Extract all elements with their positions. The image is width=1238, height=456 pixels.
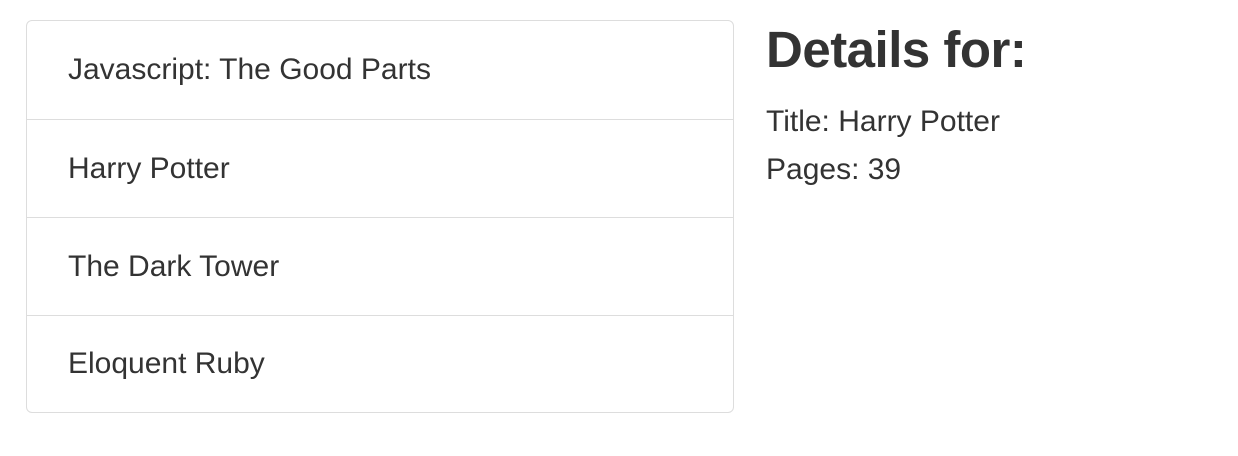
detail-title: Title: Harry Potter <box>766 105 1000 138</box>
book-list-item[interactable]: Eloquent Ruby <box>27 315 733 412</box>
details-heading: Details for: <box>766 21 1027 78</box>
book-list-item[interactable]: Javascript: The Good Parts <box>27 21 733 119</box>
book-details-panel: Details for: Title: Harry Potter Pages: … <box>766 18 1226 194</box>
book-list: Javascript: The Good Parts Harry Potter … <box>26 20 734 413</box>
detail-pages: Pages: 39 <box>766 153 902 186</box>
book-list-item[interactable]: The Dark Tower <box>27 217 733 315</box>
app-root: Javascript: The Good Parts Harry Potter … <box>0 0 1238 456</box>
book-list-item[interactable]: Harry Potter <box>27 119 733 217</box>
